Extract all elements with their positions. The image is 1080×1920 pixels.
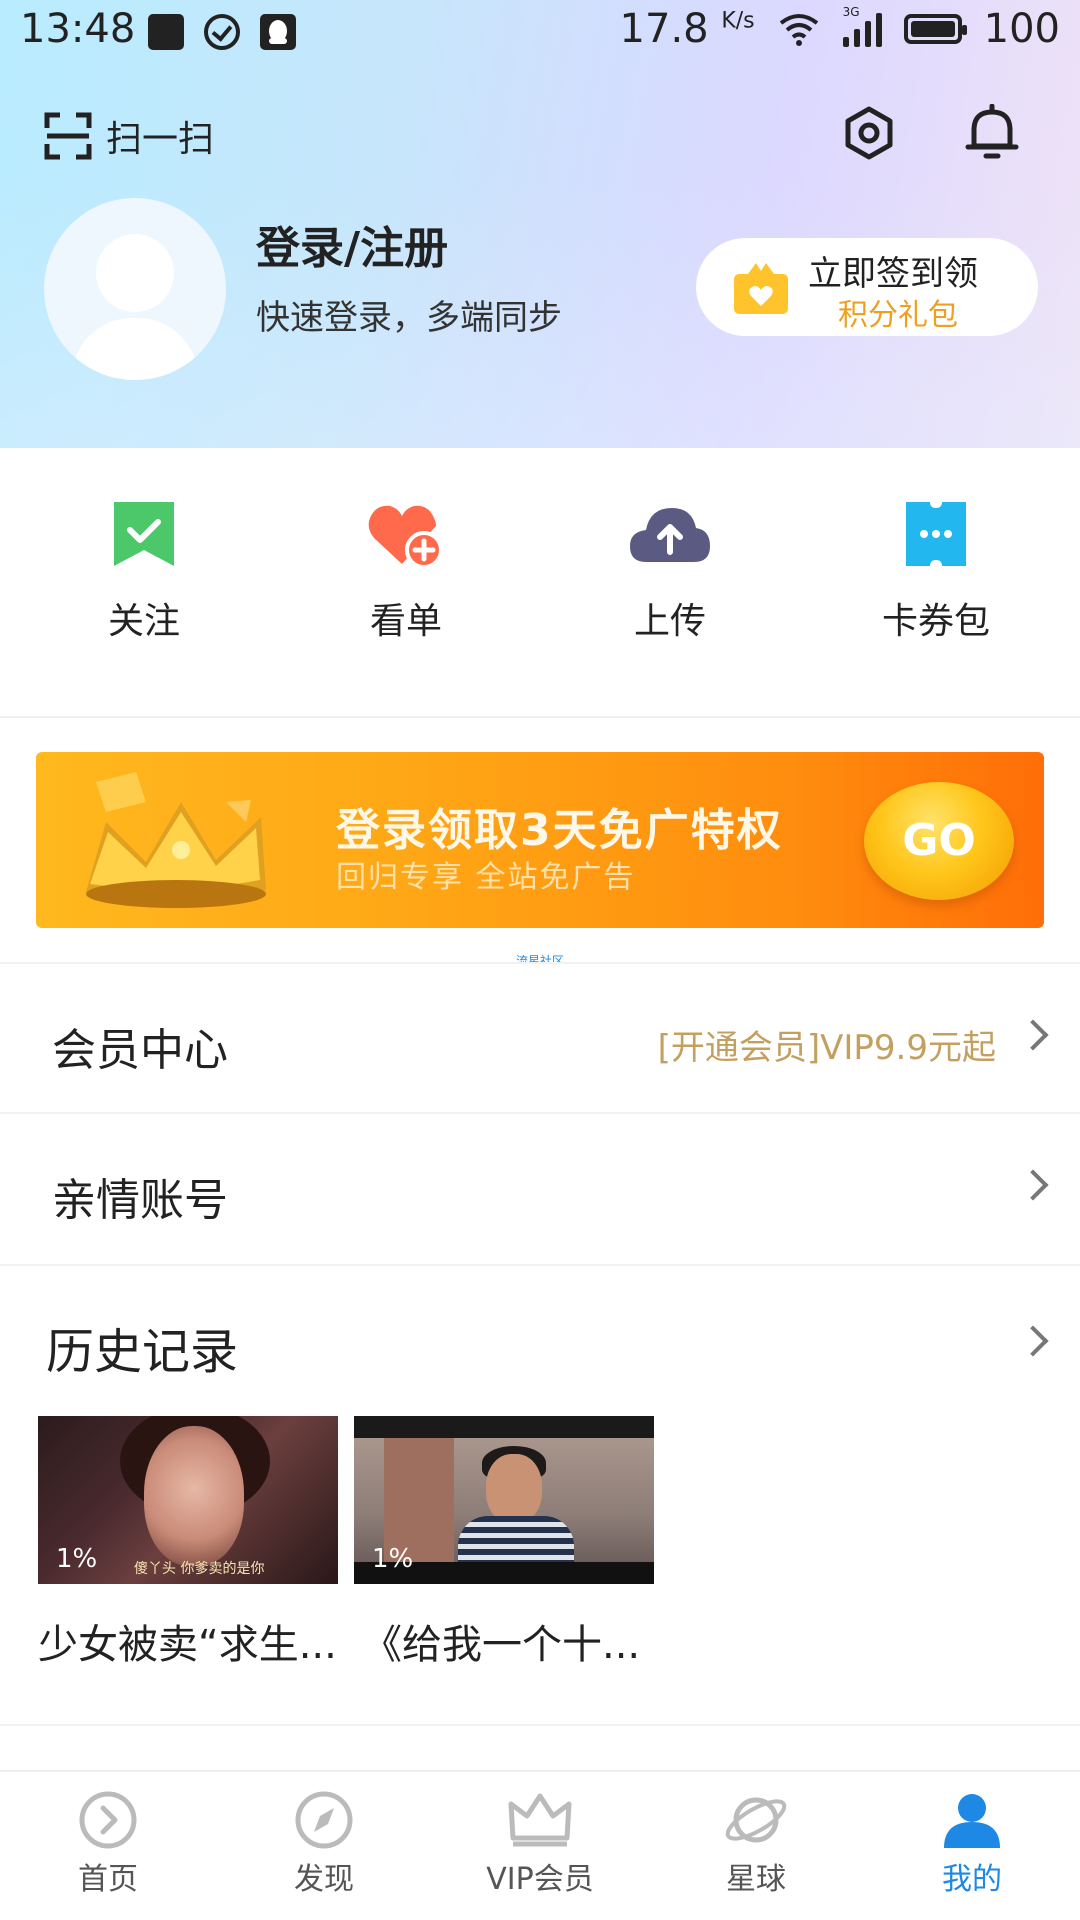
watch-progress: 1% (56, 1544, 98, 1574)
action-watchlist[interactable]: 看单 (306, 500, 506, 644)
row-title: 会员中心 (52, 1025, 228, 1076)
scan-label: 扫一扫 (106, 119, 215, 160)
status-time: 13:48 (20, 6, 136, 52)
cloud-upload-icon (630, 508, 710, 562)
row-family-account[interactable]: 亲情账号 (0, 1112, 1080, 1262)
history-item-thumbnail[interactable]: 1% (354, 1416, 654, 1584)
crown-icon (508, 1793, 572, 1847)
action-coupons[interactable]: 卡券包 (836, 500, 1036, 644)
bookmark-check-icon (114, 502, 174, 566)
divider (0, 1264, 1080, 1266)
history-item-title[interactable]: 《给我一个十... (362, 1612, 640, 1670)
row-title: 亲情账号 (52, 1175, 228, 1226)
battery-percent: 100 (983, 6, 1060, 52)
history-item-thumbnail[interactable]: 傻丫头 你爹卖的是你 1% (38, 1416, 338, 1584)
play-circle-icon (79, 1791, 137, 1849)
wifi-icon (779, 14, 818, 46)
heart-plus-icon (368, 505, 443, 568)
crown-illustration (86, 772, 266, 908)
bell-icon[interactable] (964, 104, 1020, 162)
banner-subtitle: 回归专享 全站免广告 (336, 860, 636, 895)
tab-discover[interactable]: 发现 (244, 1790, 404, 1898)
action-upload[interactable]: 上传 (570, 500, 770, 644)
ticket-icon (906, 502, 966, 566)
promo-banner[interactable]: 登录领取3天免广特权 回归专享 全站免广告 GO (36, 752, 1044, 928)
compass-icon (295, 1791, 353, 1849)
history-title[interactable]: 历史记录 (46, 1312, 238, 1382)
network-speed: 17.8 K/s (619, 6, 755, 52)
login-subtitle: 快速登录，多端同步 (256, 298, 562, 338)
bottom-tab-bar: 首页 发现 VIP会员 星球 我的 (0, 1770, 1080, 1920)
tab-planet[interactable]: 星球 (676, 1790, 836, 1898)
row-vip-center[interactable]: 会员中心 [开通会员]VIP9.9元起 (0, 962, 1080, 1112)
banner-go-button[interactable]: GO (864, 782, 1014, 900)
vip-offer-text: [开通会员]VIP9.9元起 (657, 1028, 996, 1068)
login-register-link[interactable]: 登录/注册 (256, 212, 448, 276)
tab-mine[interactable]: 我的 (892, 1790, 1052, 1898)
signin-text: 立即签到领 (808, 254, 978, 294)
scan-icon (44, 112, 92, 160)
action-follow[interactable]: 关注 (44, 500, 244, 644)
history-chevron-right-icon[interactable] (1017, 1325, 1049, 1357)
battery-icon (903, 14, 967, 44)
divider (0, 1724, 1080, 1726)
history-item-title[interactable]: 少女被卖“求生... (38, 1612, 337, 1670)
notification-icons (148, 14, 296, 50)
qq-notification-icon (260, 14, 296, 50)
tab-vip[interactable]: VIP会员 (460, 1790, 620, 1898)
message-notification-icon (148, 14, 184, 50)
settings-icon[interactable] (842, 106, 896, 160)
avatar[interactable] (44, 198, 226, 380)
banner-title: 登录领取3天免广特权 (336, 805, 783, 856)
chevron-right-icon (1017, 1169, 1049, 1201)
tab-home[interactable]: 首页 (28, 1790, 188, 1898)
watch-progress: 1% (372, 1544, 414, 1574)
quick-actions: 关注 看单 上传 卡券包 (0, 448, 1080, 718)
status-bar: 13:48 17.8 K/s 3G 100 (0, 0, 1080, 66)
gift-icon (734, 263, 788, 314)
daily-signin-button[interactable]: 立即签到领 积分礼包 (696, 238, 1038, 336)
person-icon (944, 1794, 1000, 1848)
planet-icon (725, 1797, 787, 1843)
cellular-signal-icon: 3G (842, 5, 882, 47)
system-status: 17.8 K/s 3G 100 (619, 5, 1060, 52)
chevron-right-icon (1017, 1019, 1049, 1051)
check-circle-icon (204, 14, 240, 50)
scan-button[interactable]: 扫一扫 (44, 110, 214, 162)
signin-reward-text: 积分礼包 (838, 298, 958, 333)
